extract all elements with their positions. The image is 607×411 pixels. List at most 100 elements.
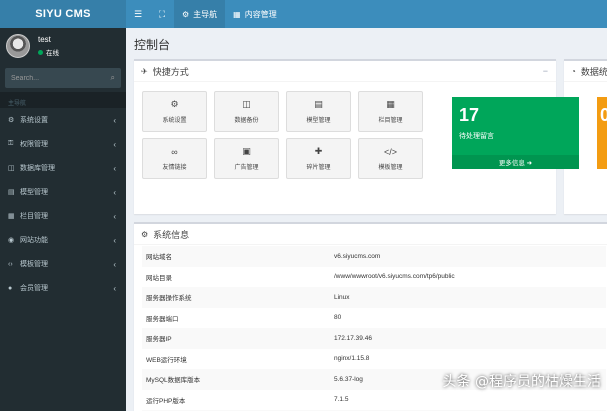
shortcut-grid: ⚙ 系统设置 ◫ 数据备份 ▤ 模型管理 ▦ 栏目管理 ∞ 友情链接 ▣ 广告管理 ✚ 碎片管理 </> 模板… <box>142 91 423 179</box>
shortcuts-title: 快捷方式 <box>152 66 189 77</box>
chevron-left-icon: ‹ <box>113 235 116 245</box>
cogs-icon: ⚙ <box>170 99 179 109</box>
avatar[interactable] <box>6 34 30 58</box>
online-dot-icon <box>38 49 43 55</box>
sidebar-item-label: 模型管理 <box>20 189 48 196</box>
plane-icon: ✈ <box>141 66 148 76</box>
globe-icon: ◉ <box>8 237 15 244</box>
table-row: WEB运行环境 nginx/1.15.8 <box>142 349 606 370</box>
info-value: nginx/1.15.8 <box>334 355 370 363</box>
shortcut-label: 栏目管理 <box>378 118 403 124</box>
user-status: 在线 <box>38 47 59 57</box>
sysinfo-title: 系统信息 <box>153 229 190 240</box>
search-input[interactable] <box>11 74 91 82</box>
info-value: Linux <box>334 293 350 301</box>
shortcut-label: 碎片管理 <box>306 165 331 171</box>
chevron-left-icon: ‹ <box>113 139 116 149</box>
sidebar-item-user[interactable]: ● 会员管理 ‹ <box>0 276 126 300</box>
shortcuts-header: ✈ 快捷方式 − <box>134 61 556 82</box>
sidebar-search: ⌕ <box>5 68 121 88</box>
sidebar-item-list[interactable]: ▤ 模型管理 ‹ <box>0 180 126 204</box>
gear-icon: ⚙ <box>141 229 149 239</box>
sidebar-item-cogs[interactable]: ⚙ 系统设置 ‹ <box>0 108 126 132</box>
main-content: 控制台 ✈ 快捷方式 − ⚙ 系统设置 ◫ 数据备份 ▤ 模型管理 ▦ 栏目管理 ∞ 友情链接 ▣ 广… <box>126 28 607 411</box>
info-key: 服务器操作系统 <box>146 295 192 303</box>
menu-toggle-icon[interactable]: ☰ <box>126 0 150 28</box>
info-value: 172.17.39.46 <box>334 334 372 342</box>
status-label: 在线 <box>46 50 59 57</box>
search-icon[interactable]: ⌕ <box>111 73 115 83</box>
info-value: 80 <box>334 314 342 322</box>
info-key: WEB运行环境 <box>146 356 187 364</box>
stats-title: 数据统计 <box>580 66 607 77</box>
code-icon: </> <box>383 146 397 157</box>
tab-label: 内容管理 <box>244 9 277 19</box>
user-name: test <box>38 35 51 44</box>
sidebar-item-label: 会员管理 <box>20 285 48 292</box>
table-row: 服务器IP 172.17.39.46 <box>142 328 606 349</box>
nav-header: 主导航 <box>0 92 126 108</box>
stat-card-messages: 17 待处理留言 更多信息 ➜ <box>452 97 579 169</box>
shortcut-label: 模板管理 <box>378 164 403 171</box>
top-navbar: ☰ ⛶ ⚙ 主导航 ▦ 内容管理 <box>126 0 607 28</box>
chevron-left-icon: ‹ <box>113 187 116 197</box>
sidebar-item-database[interactable]: ◫ 数据库管理 ‹ <box>0 156 126 180</box>
stat-card-second: 0 <box>597 97 607 169</box>
sidebar-item-label: 模板管理 <box>20 261 48 268</box>
sidebar-item-code[interactable]: ‹› 模板管理 ‹ <box>0 252 126 276</box>
info-value: v6.siyucms.com <box>334 252 381 260</box>
shortcut-label: 广告管理 <box>234 165 259 171</box>
info-key: 服务器端口 <box>146 315 179 323</box>
shortcut-label: 友情链接 <box>162 164 187 171</box>
shortcut-button[interactable]: ✚ 碎片管理 <box>286 138 351 179</box>
chevron-left-icon: ‹ <box>113 283 116 293</box>
shortcut-button[interactable]: ▣ 广告管理 <box>214 138 279 179</box>
shortcut-label: 模型管理 <box>306 118 331 124</box>
info-key: 网站域名 <box>146 254 172 262</box>
list-icon: ▤ <box>8 189 15 196</box>
info-key: 网站目录 <box>146 274 172 282</box>
info-key: 服务器IP <box>146 336 172 344</box>
shortcut-label: 系统设置 <box>162 118 187 124</box>
sidebar-item-label: 权限管理 <box>20 141 48 148</box>
shortcut-button[interactable]: ◫ 数据备份 <box>214 91 279 132</box>
list-icon: ▤ <box>314 99 323 109</box>
shortcut-button[interactable]: ▤ 模型管理 <box>286 91 351 132</box>
tab-main-nav[interactable]: ⚙ 主导航 <box>174 0 226 28</box>
table-icon: ▦ <box>8 213 15 220</box>
app-logo[interactable]: SIYU CMS <box>0 0 126 28</box>
shortcut-button[interactable]: ▦ 栏目管理 <box>358 91 423 132</box>
chevron-left-icon: ‹ <box>113 163 116 173</box>
sidebar-item-label: 系统设置 <box>20 117 48 124</box>
shortcut-button[interactable]: ⚙ 系统设置 <box>142 91 207 132</box>
collapse-icon[interactable]: − <box>543 66 548 76</box>
user-icon: ● <box>8 284 13 292</box>
table-row: 网站域名 v6.siyucms.com <box>142 246 606 267</box>
more-info-link[interactable]: 更多信息 ➜ <box>452 155 579 169</box>
shortcut-label: 数据备份 <box>234 118 259 124</box>
puzzle-icon: ✚ <box>314 146 323 156</box>
sidebar-item-label: 数据库管理 <box>20 165 55 172</box>
sidebar-item-key[interactable]: ⚿ 权限管理 ‹ <box>0 132 126 156</box>
tab-label: 主导航 <box>193 9 218 19</box>
table-row: 运行PHP版本 7.1.5 <box>142 390 606 411</box>
tab-content-management[interactable]: ▦ 内容管理 <box>225 0 285 28</box>
database-icon: ◫ <box>242 99 251 109</box>
sysinfo-header: ⚙ 系统信息 <box>134 224 607 245</box>
info-key: 运行PHP版本 <box>146 397 186 405</box>
chevron-left-icon: ‹ <box>113 259 116 269</box>
shortcut-button[interactable]: </> 模板管理 <box>358 138 423 179</box>
sidebar-item-table[interactable]: ▦ 栏目管理 ‹ <box>0 204 126 228</box>
image-icon: ▣ <box>242 146 251 156</box>
stat-value: 17 <box>459 105 480 125</box>
grid-icon: ▦ <box>233 9 241 19</box>
fullscreen-icon[interactable]: ⛶ <box>150 0 174 28</box>
table-row: 服务器端口 80 <box>142 308 606 329</box>
info-key: MySQL数据库版本 <box>146 377 201 385</box>
sidebar-item-globe[interactable]: ◉ 网站功能 ‹ <box>0 228 126 252</box>
page-title: 控制台 <box>134 38 171 52</box>
key-icon: ⚿ <box>8 140 14 147</box>
stats-header: ◔ 数据统计 <box>564 61 607 82</box>
database-icon: ◫ <box>8 165 15 172</box>
shortcut-button[interactable]: ∞ 友情链接 <box>142 138 207 179</box>
